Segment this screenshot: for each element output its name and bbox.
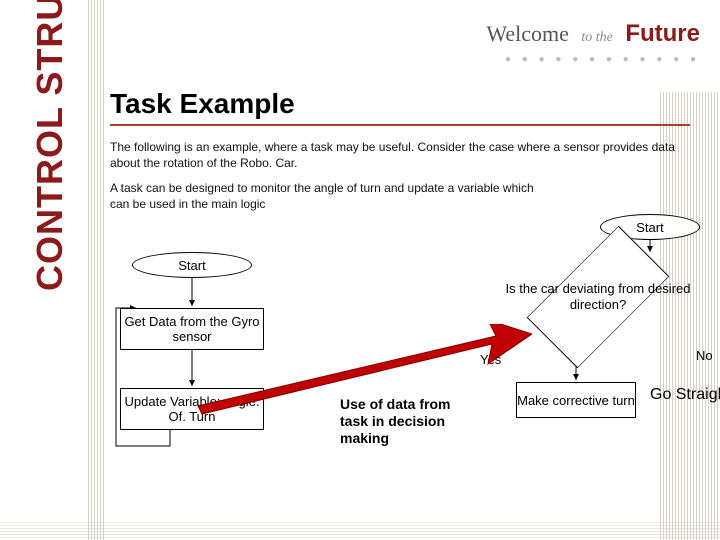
get-data-label: Get Data from the Gyro sensor: [121, 314, 263, 344]
sidebar-title: CONTROL STRUCTURES: [29, 0, 71, 291]
yes-label: Yes: [480, 352, 501, 367]
content-area: Task Example The following is an example…: [110, 88, 690, 222]
page-title: Task Example: [110, 88, 690, 120]
update-variable-node: Update Variable: angle. Of. Turn: [120, 388, 264, 430]
get-data-node: Get Data from the Gyro sensor: [120, 308, 264, 350]
header-welcome: Welcome: [486, 21, 569, 47]
header-future: Future: [625, 20, 700, 47]
go-straight-node: Go Straight: [650, 386, 720, 410]
decision-label: Is the car deviating from desired direct…: [500, 281, 696, 312]
start-right-label: Start: [636, 220, 663, 235]
header-dots: ● ● ● ● ● ● ● ● ● ● ● ●: [486, 54, 700, 65]
make-turn-label: Make corrective turn: [517, 393, 635, 408]
callout-text: Use of data from task in decision making: [340, 396, 470, 446]
header-to-the: to the: [581, 30, 613, 46]
decoration-lines-left: [88, 0, 106, 540]
decoration-lines-bottom: [0, 522, 720, 538]
header: Welcome to the Future ● ● ● ● ● ● ● ● ● …: [486, 20, 700, 65]
decision-node: Is the car deviating from desired direct…: [500, 252, 696, 342]
no-label: No: [696, 348, 713, 363]
go-straight-label: Go Straight: [650, 386, 720, 403]
slide-root: CONTROL STRUCTURES Welcome to the Future…: [0, 0, 720, 540]
make-turn-node: Make corrective turn: [516, 382, 636, 418]
title-underline: [110, 124, 690, 126]
start-left-label: Start: [178, 258, 205, 273]
start-node-left: Start: [132, 252, 252, 278]
flowchart-diagram: Start Get Data from the Gyro sensor Upda…: [110, 224, 700, 524]
update-variable-label: Update Variable: angle. Of. Turn: [121, 394, 263, 424]
paragraph-2: A task can be designed to monitor the an…: [110, 181, 539, 212]
paragraph-1: The following is an example, where a tas…: [110, 140, 690, 171]
